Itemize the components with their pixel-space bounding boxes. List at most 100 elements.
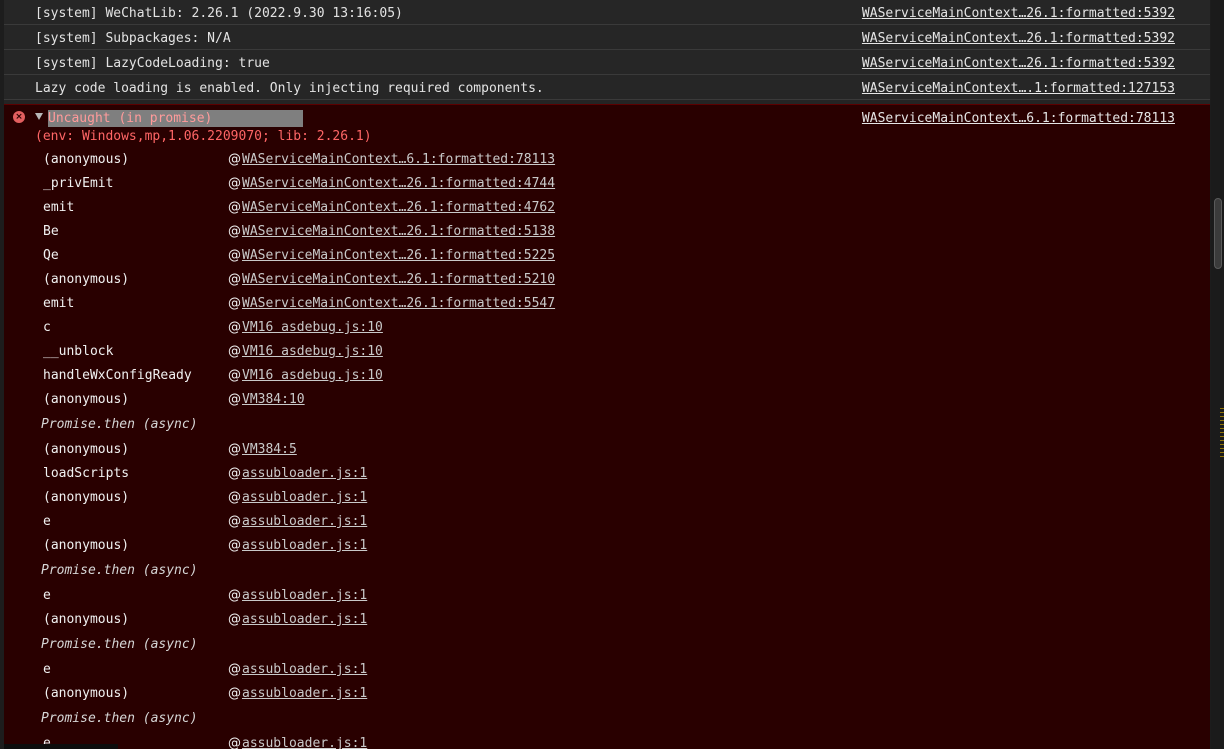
stack-frame-function: (anonymous)	[43, 538, 130, 553]
stack-frame-at-symbol: @	[228, 538, 241, 553]
async-stack-boundary: Promise.then (async)	[4, 557, 704, 583]
uncaught-error-message[interactable]: × Uncaught (in promise) (env: Windows,mp…	[4, 104, 1210, 749]
stack-frame-function: emit	[43, 296, 75, 311]
stack-frame-source-link[interactable]: assubloader.js:1	[242, 662, 367, 677]
stack-frame-function: loadScripts	[43, 466, 130, 481]
console-message[interactable]: [system] WeChatLib: 2.26.1 (2022.9.30 13…	[4, 0, 1210, 25]
stack-frame-at-symbol: @	[228, 442, 241, 457]
console-message-text: [system] Subpackages: N/A	[35, 31, 231, 46]
stack-frame-source-link[interactable]: assubloader.js:1	[242, 686, 367, 701]
stack-frame-source-link[interactable]: WAServiceMainContext…26.1:formatted:5547	[242, 296, 555, 311]
stack-frame-source-link[interactable]: WAServiceMainContext…26.1:formatted:4762	[242, 200, 555, 215]
stack-frame-at-symbol: @	[228, 368, 241, 383]
console-message[interactable]: [system] LazyCodeLoading: true WAServiceM…	[4, 50, 1210, 75]
stack-frame-at-symbol: @	[228, 152, 241, 167]
console-message-source-link[interactable]: WAServiceMainContext…26.1:formatted:5392	[862, 56, 1175, 71]
stack-frame: Be @ WAServiceMainContext…26.1:formatted:5…	[4, 219, 704, 243]
stack-frame-source-link[interactable]: WAServiceMainContext…6.1:formatted:78113	[242, 152, 555, 167]
stack-frame-source-link[interactable]: WAServiceMainContext…26.1:formatted:5225	[242, 248, 555, 263]
async-stack-boundary: Promise.then (async)	[4, 705, 704, 731]
async-stack-boundary: Promise.then (async)	[4, 631, 704, 657]
error-stack-trace: (anonymous) @ WAServiceMainContext…6.1:for…	[4, 147, 704, 749]
stack-frame-source-link[interactable]: VM16 asdebug.js:10	[242, 368, 383, 383]
stack-frame: (anonymous) @ VM384:10	[4, 387, 704, 411]
stack-frame-function: (anonymous)	[43, 490, 130, 505]
stack-frame-source-link[interactable]: WAServiceMainContext…26.1:formatted:5138	[242, 224, 555, 239]
stack-frame: (anonymous) @ WAServiceMainContext…6.1:for…	[4, 147, 704, 171]
stack-frame-source-link[interactable]: assubloader.js:1	[242, 588, 367, 603]
console-message-text: Lazy code loading is enabled. Only injec…	[35, 81, 544, 96]
console-message-list: [system] WeChatLib: 2.26.1 (2022.9.30 13…	[4, 0, 1210, 100]
console-status-strip	[4, 744, 118, 749]
stack-frame-function: (anonymous)	[43, 686, 130, 701]
async-boundary-label: Promise.then (async)	[41, 711, 198, 726]
stack-frame-function: e	[43, 588, 51, 603]
stack-frame: c @ VM16 asdebug.js:10	[4, 315, 704, 339]
stack-frame-function: e	[43, 514, 51, 529]
stack-frame-function: (anonymous)	[43, 442, 130, 457]
stack-frame-at-symbol: @	[228, 490, 241, 505]
stack-frame: (anonymous) @ assubloader.js:1	[4, 681, 704, 705]
error-x-icon: ×	[13, 111, 25, 123]
stack-frame-at-symbol: @	[228, 392, 241, 407]
stack-frame-source-link[interactable]: WAServiceMainContext…26.1:formatted:5210	[242, 272, 555, 287]
stack-frame-function: handleWxConfigReady	[43, 368, 192, 383]
stack-frame-function: _privEmit	[43, 176, 114, 191]
stack-frame-at-symbol: @	[228, 662, 241, 677]
stack-frame-source-link[interactable]: VM16 asdebug.js:10	[242, 344, 383, 359]
stack-frame-source-link[interactable]: WAServiceMainContext…26.1:formatted:4744	[242, 176, 555, 191]
uncaught-error-title[interactable]: Uncaught (in promise)	[48, 110, 303, 127]
stack-frame-at-symbol: @	[228, 296, 241, 311]
stack-frame-at-symbol: @	[228, 736, 241, 749]
stack-frame-function: c	[43, 320, 51, 335]
scrollbar-thumb-icon[interactable]	[1214, 198, 1224, 457]
stack-frame-source-link[interactable]: assubloader.js:1	[242, 736, 367, 749]
error-environment-text: (env: Windows,mp,1.06.2209070; lib: 2.26…	[35, 129, 372, 144]
stack-frame: (anonymous) @ assubloader.js:1	[4, 533, 704, 557]
stack-frame: (anonymous) @ VM384:5	[4, 437, 704, 461]
stack-frame: emit @ WAServiceMainContext…26.1:formatted…	[4, 291, 704, 315]
stack-frame: e @ assubloader.js:1	[4, 657, 704, 681]
triangle-down-icon[interactable]	[35, 113, 43, 120]
stack-frame-at-symbol: @	[228, 248, 241, 263]
stack-frame: emit @ WAServiceMainContext…26.1:formatted…	[4, 195, 704, 219]
stack-frame-source-link[interactable]: assubloader.js:1	[242, 490, 367, 505]
console-message[interactable]: [system] Subpackages: N/A WAServiceMainCo…	[4, 25, 1210, 50]
stack-frame-at-symbol: @	[228, 588, 241, 603]
console-message-text: [system] WeChatLib: 2.26.1 (2022.9.30 13…	[35, 6, 403, 21]
async-boundary-label: Promise.then (async)	[41, 637, 198, 652]
async-boundary-label: Promise.then (async)	[41, 417, 198, 432]
console-scrollbar[interactable]	[1211, 0, 1224, 749]
stack-frame-source-link[interactable]: VM384:10	[242, 392, 305, 407]
stack-frame: e @ assubloader.js:1	[4, 583, 704, 607]
stack-frame-source-link[interactable]: assubloader.js:1	[242, 538, 367, 553]
scrollbar-match-markers	[1220, 408, 1224, 457]
error-source-link[interactable]: WAServiceMainContext…6.1:formatted:78113	[862, 111, 1175, 126]
stack-frame-at-symbol: @	[228, 320, 241, 335]
stack-frame-at-symbol: @	[228, 344, 241, 359]
console-message-source-link[interactable]: WAServiceMainContext…26.1:formatted:5392	[862, 6, 1175, 21]
stack-frame: (anonymous) @ assubloader.js:1	[4, 607, 704, 631]
stack-frame: handleWxConfigReady @ VM16 asdebug.js:10	[4, 363, 704, 387]
stack-frame-source-link[interactable]: assubloader.js:1	[242, 514, 367, 529]
stack-frame: __unblock @ VM16 asdebug.js:10	[4, 339, 704, 363]
console-message-source-link[interactable]: WAServiceMainContext….1:formatted:127153	[862, 81, 1175, 96]
stack-frame: e @ assubloader.js:1	[4, 509, 704, 533]
stack-frame: loadScripts @ assubloader.js:1	[4, 461, 704, 485]
stack-frame: (anonymous) @ WAServiceMainContext…26.1:fo…	[4, 267, 704, 291]
stack-frame-source-link[interactable]: assubloader.js:1	[242, 612, 367, 627]
stack-frame-at-symbol: @	[228, 612, 241, 627]
stack-frame-source-link[interactable]: assubloader.js:1	[242, 466, 367, 481]
stack-frame-at-symbol: @	[228, 200, 241, 215]
stack-frame: Qe @ WAServiceMainContext…26.1:formatted:5…	[4, 243, 704, 267]
stack-frame-at-symbol: @	[228, 514, 241, 529]
console-message-source-link[interactable]: WAServiceMainContext…26.1:formatted:5392	[862, 31, 1175, 46]
stack-frame: _privEmit @ WAServiceMainContext…26.1:form…	[4, 171, 704, 195]
stack-frame-source-link[interactable]: VM16 asdebug.js:10	[242, 320, 383, 335]
async-boundary-label: Promise.then (async)	[41, 563, 198, 578]
stack-frame-source-link[interactable]: VM384:5	[242, 442, 297, 457]
console-message[interactable]: Lazy code loading is enabled. Only injec…	[4, 75, 1210, 100]
stack-frame-function: e	[43, 662, 51, 677]
stack-frame-at-symbol: @	[228, 686, 241, 701]
stack-frame-at-symbol: @	[228, 466, 241, 481]
